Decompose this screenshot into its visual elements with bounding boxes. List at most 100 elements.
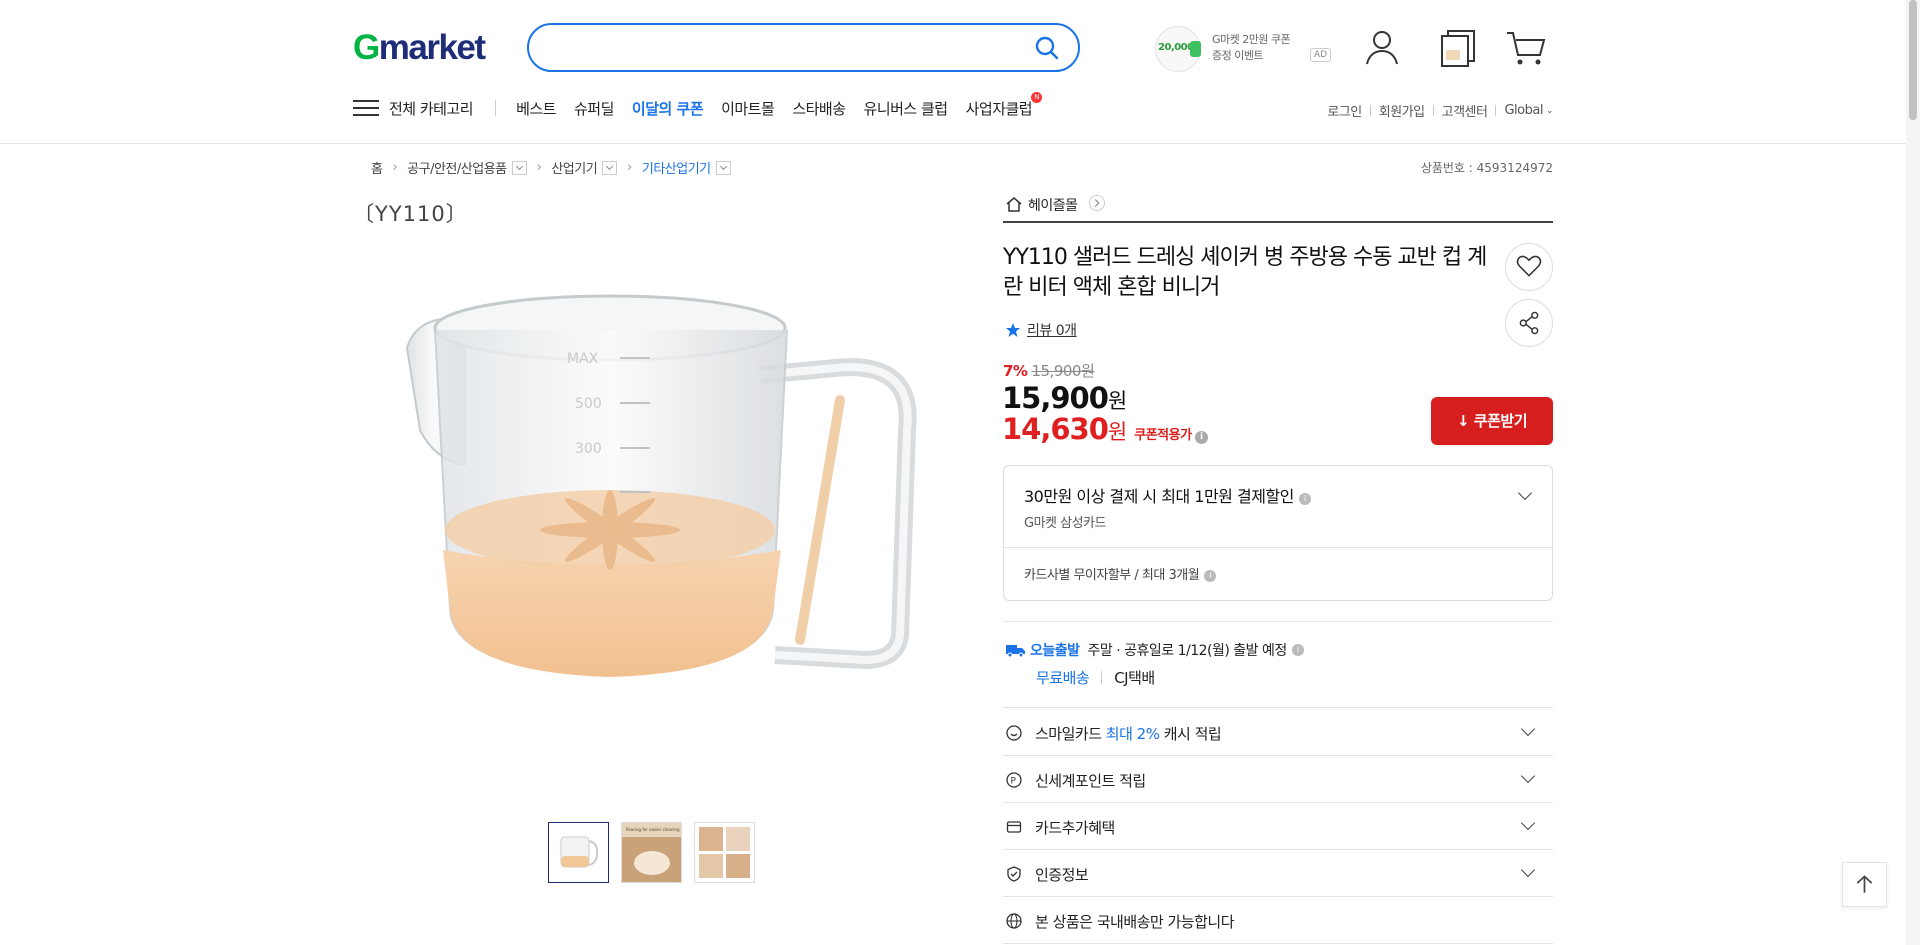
thumbnail-3[interactable] [694,822,755,883]
certification-row[interactable]: 인증정보 [1003,850,1553,897]
search-icon[interactable] [1034,35,1060,61]
info-icon[interactable]: i [1194,431,1208,444]
discount-info: 7% 15,900원 [1003,360,1095,381]
recent-items-icon[interactable] [1436,26,1480,70]
info-icon[interactable]: i [1298,493,1311,505]
business-club-label: 사업자클럽 [965,99,1033,118]
chevron-down-icon: ⌄ [1545,105,1554,116]
globe-icon [1006,913,1022,929]
coupon-ad-banner[interactable]: 20,000 G마켓 2만원 쿠폰 증정 이벤트 AD [1155,24,1332,72]
star-icon [1006,323,1020,337]
nav-link-emart[interactable]: 이마트몰 [721,98,775,119]
home-icon [1006,197,1022,212]
truck-icon [1006,645,1025,658]
card-benefit-text: 카드추가혜택 [1035,819,1115,837]
svg-text:300: 300 [575,441,602,457]
scrollbar[interactable] [1906,0,1920,945]
shield-check-icon [1007,866,1021,882]
breadcrumb-category-1[interactable]: 공구/안전/산업용품 [407,158,507,177]
category-dropdown-icon[interactable] [715,160,731,175]
breadcrumb: 홈 › 공구/안전/산업용품 › 산업기기 › 기타산업기기 [371,158,731,177]
thumbnail-image [549,823,608,882]
product-number: 상품번호 : 4593124972 [1420,161,1553,175]
nav-link-business-club[interactable]: 사업자클럽 N [965,91,1043,119]
search-input[interactable] [551,35,1021,61]
thumbnail-2[interactable]: Pouring for easier cleaning [621,822,682,883]
ad-text: G마켓 2만원 쿠폰 증정 이벤트 [1212,32,1291,64]
nav-link-best[interactable]: 베스트 [516,98,556,119]
nav-link-monthly-coupon[interactable]: 이달의 쿠폰 [632,98,704,119]
shop-name: 헤이즐몰 [1028,198,1078,214]
search-box [527,23,1080,72]
info-icon[interactable]: i [1204,570,1217,582]
signup-link[interactable]: 회원가입 [1379,101,1425,120]
chevron-down-icon[interactable] [1517,485,1533,501]
chevron-right-icon: › [627,160,632,175]
chevron-down-icon [1520,768,1536,784]
get-coupon-button[interactable]: ↓ 쿠폰받기 [1431,397,1553,445]
share-icon[interactable] [1505,299,1553,347]
smile-card-rate: 최대 2% [1105,725,1160,743]
category-dropdown-icon[interactable] [511,160,527,175]
chevron-right-icon: › [392,160,398,175]
smile-card-text: 스마일카드 최대 2% 캐시 적립 [1035,723,1222,744]
price-unit: 원 [1107,389,1127,413]
review-link[interactable]: 리뷰 0개 [1005,320,1077,340]
breadcrumb-category-3[interactable]: 기타산업기기 [642,158,711,177]
point-icon: P [1006,772,1022,788]
get-coupon-label: 쿠폰받기 [1473,412,1528,430]
review-count: 리뷰 0개 [1027,323,1077,339]
smile-card-row[interactable]: 스마일카드 최대 2% 캐시 적립 [1003,709,1553,756]
smile-card-label: 스마일카드 [1035,725,1106,743]
thumbnail-1[interactable] [548,822,609,883]
breadcrumb-home[interactable]: 홈 [371,158,383,177]
coupon-coin-image: 20,000 [1155,26,1201,72]
nav-link-star-delivery[interactable]: 스타배송 [792,98,846,119]
new-badge: N [1031,91,1043,103]
customer-center-link[interactable]: 고객센터 [1442,101,1488,120]
nav-link-universe-club[interactable]: 유니버스 클럽 [864,98,949,119]
download-icon: ↓ [1457,412,1474,430]
installment-row: 카드사별 무이자할부 / 최대 3개월 i [1024,564,1217,583]
coin-tab [1190,41,1201,57]
utility-links: 로그인 회원가입 고객센터 Global ⌄ [1327,101,1553,120]
hamburger-menu-icon[interactable] [353,98,379,118]
thumbnail-caption: Pouring for easier cleaning [626,827,680,832]
chevron-right-icon: › [536,160,542,175]
sale-price: 15,900원 [1002,381,1127,415]
cart-icon[interactable] [1504,26,1548,70]
coin-amount: 20,000 [1158,42,1194,53]
svg-text:P: P [1011,777,1017,787]
global-dropdown[interactable]: Global [1504,103,1543,118]
card-offer-divider [1004,547,1552,548]
svg-text:500: 500 [575,396,602,412]
nav-link-superdeal[interactable]: 슈퍼딜 [574,98,614,119]
info-icon[interactable]: i [1291,644,1304,656]
shipping-row: 오늘출발 주말 · 공휴일로 1/12(월) 출발 예정 i [1004,640,1304,660]
thumbnail-image [695,823,754,882]
scrollbar-thumb[interactable] [1909,0,1917,120]
coupon-price-value: 14,630 [1002,412,1109,446]
shipping-info: 오늘출발 주말 · 공휴일로 1/12(월) 출발 예정 i 무료배송 CJ택배 [1003,621,1553,708]
scroll-to-top-button[interactable] [1842,862,1887,907]
card-benefit-row[interactable]: 카드추가혜택 [1003,803,1553,850]
delivery-row: 무료배송 CJ택배 [1036,667,1155,688]
domestic-shipping-text: 본 상품은 국내배송만 가능합니다 [1035,913,1235,931]
credit-card-icon [1006,821,1022,833]
ad-line1: G마켓 2만원 쿠폰 [1212,33,1291,46]
logo-g: G [353,28,380,67]
card-offer-box[interactable]: 30만원 이상 결제 시 최대 1만원 결제할인 i G마켓 삼성카드 카드사별 … [1003,465,1553,601]
heart-icon[interactable] [1505,243,1553,291]
all-categories-button[interactable]: 전체 카테고리 [389,98,474,119]
domestic-shipping-row: 본 상품은 국내배송만 가능합니다 [1003,897,1553,944]
certification-text: 인증정보 [1035,866,1089,884]
user-icon[interactable] [1360,26,1404,70]
category-dropdown-icon[interactable] [602,160,618,175]
ssg-point-row[interactable]: P 신세계포인트 적립 [1003,756,1553,803]
login-link[interactable]: 로그인 [1327,101,1362,120]
free-shipping: 무료배송 [1036,669,1090,687]
shop-link[interactable]: 헤이즐몰 [1003,192,1553,223]
gmarket-logo[interactable]: Gmarket [353,28,486,68]
installment-text: 카드사별 무이자할부 / 최대 3개월 [1024,568,1200,583]
breadcrumb-category-2[interactable]: 산업기기 [551,158,597,177]
